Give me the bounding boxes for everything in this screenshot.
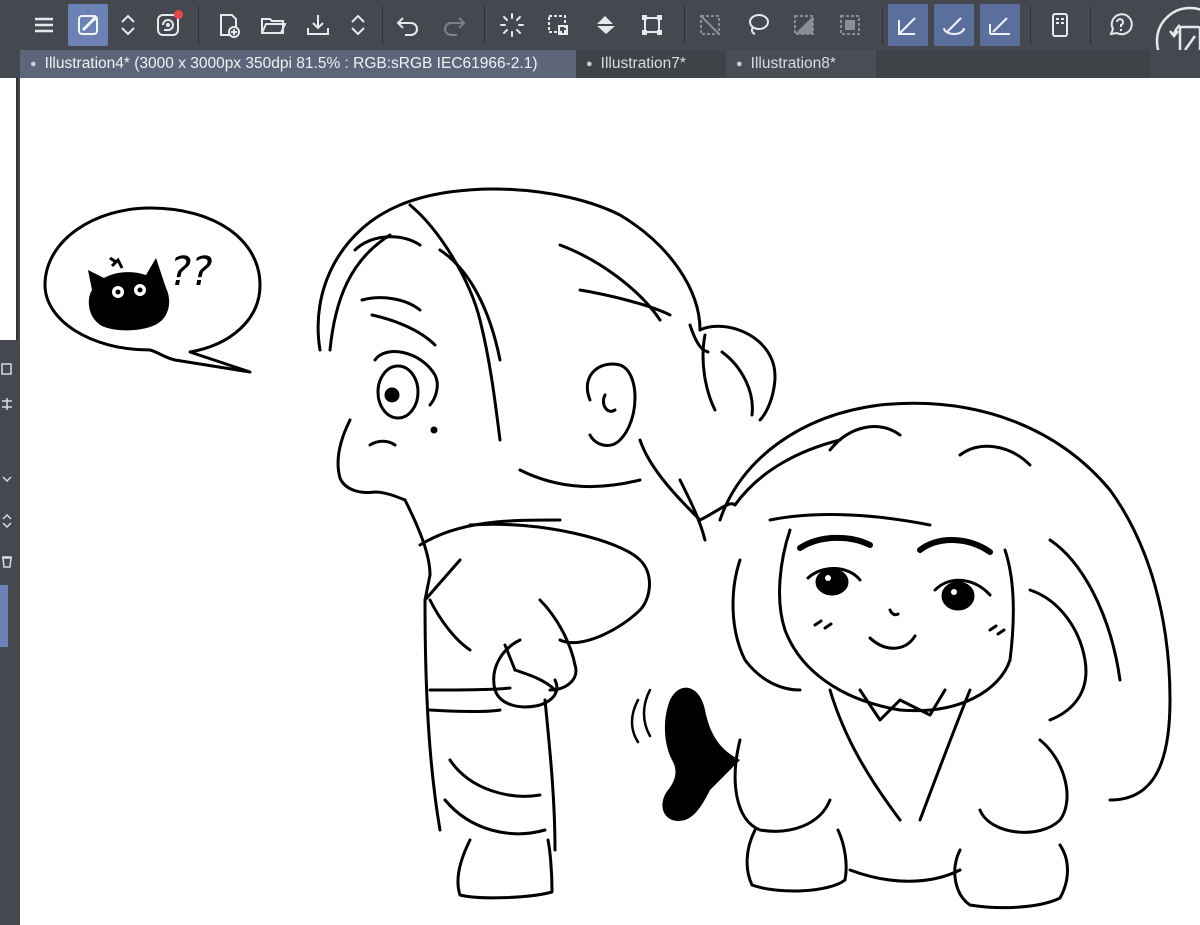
tab-dot-icon: ●	[736, 58, 743, 70]
tab-illustration8[interactable]: ● Illustration8*	[726, 50, 876, 78]
deselect-icon[interactable]	[690, 4, 730, 46]
toolbar-divider	[484, 6, 485, 44]
toolbar-divider	[198, 6, 199, 44]
snap-ruler-icon[interactable]	[888, 4, 928, 46]
up-down-chevron-icon[interactable]	[340, 4, 376, 46]
trash-icon[interactable]	[0, 552, 14, 570]
loading-spinner-icon[interactable]	[492, 4, 532, 46]
snap-grid-icon[interactable]	[980, 4, 1020, 46]
companion-app-icon[interactable]	[148, 4, 188, 46]
new-file-icon[interactable]	[208, 4, 248, 46]
right-character	[718, 401, 1172, 910]
merge-icon[interactable]	[0, 395, 14, 413]
tab-dot-icon: ●	[586, 58, 593, 70]
speech-bubble-text: ??	[170, 249, 212, 295]
tab-bar-right-area	[1150, 50, 1200, 80]
hamburger-menu-icon[interactable]	[24, 4, 64, 46]
invert-selection-icon[interactable]	[784, 4, 824, 46]
document-tab-bar: ● Illustration4* (3000 x 3000px 350dpi 8…	[20, 50, 1150, 78]
toolbar-divider	[1090, 6, 1091, 44]
toolbar-divider	[1030, 6, 1031, 44]
snap-special-ruler-icon[interactable]	[934, 4, 974, 46]
drawing-canvas[interactable]: ??	[20, 78, 1200, 925]
notification-badge	[174, 10, 183, 19]
up-down-chevron-icon[interactable]	[110, 4, 146, 46]
main-toolbar	[0, 0, 1200, 51]
fill-icon[interactable]	[586, 4, 626, 46]
tablet-icon[interactable]	[1040, 4, 1080, 46]
tab-illustration4[interactable]: ● Illustration4* (3000 x 3000px 350dpi 8…	[20, 50, 576, 78]
brush-settings-icon[interactable]	[68, 4, 108, 46]
transform-icon[interactable]	[632, 4, 672, 46]
black-tail	[662, 687, 740, 821]
up-down-chevron-icon[interactable]	[0, 512, 14, 530]
tab-dot-icon: ●	[30, 58, 37, 70]
tab-label: Illustration8*	[750, 55, 836, 72]
redo-icon[interactable]	[434, 4, 474, 46]
help-icon[interactable]	[1100, 4, 1140, 46]
selected-layer-indicator	[0, 585, 8, 647]
tab-illustration7[interactable]: ● Illustration7*	[576, 50, 726, 78]
clear-selection-icon[interactable]	[538, 4, 578, 46]
toolbar-divider	[684, 6, 685, 44]
tab-label: Illustration7*	[600, 55, 686, 72]
save-icon[interactable]	[298, 4, 338, 46]
toolbar-divider	[382, 6, 383, 44]
lasso-icon[interactable]	[738, 4, 778, 46]
toolbar-divider	[882, 6, 883, 44]
undo-icon[interactable]	[388, 4, 428, 46]
open-folder-icon[interactable]	[253, 4, 293, 46]
selection-border-icon[interactable]	[830, 4, 870, 46]
motion-lines	[630, 688, 652, 744]
black-cat-icon	[88, 256, 170, 331]
layer-icon[interactable]	[0, 360, 14, 378]
illustration-artwork: ??	[43, 187, 1172, 910]
chevron-down-icon[interactable]	[0, 470, 14, 488]
left-panel-preview	[0, 78, 18, 340]
tab-label: Illustration4* (3000 x 3000px 350dpi 81.…	[44, 55, 538, 72]
